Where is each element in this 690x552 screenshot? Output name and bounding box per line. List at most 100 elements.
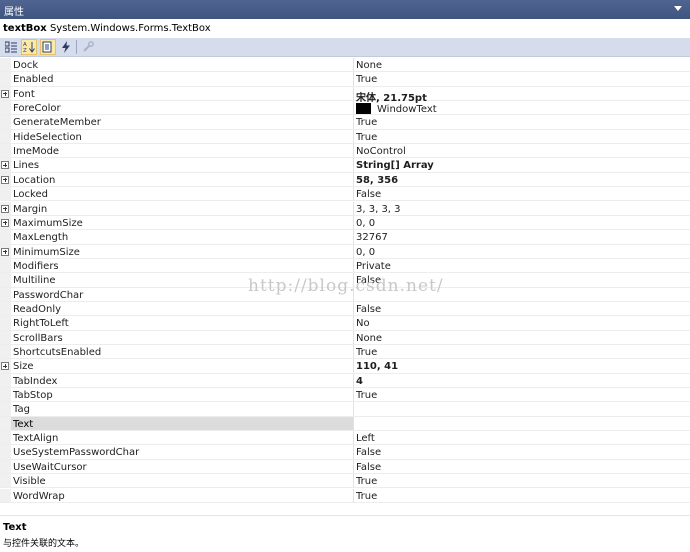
- property-name[interactable]: HideSelection: [13, 132, 351, 143]
- property-name[interactable]: Margin: [13, 204, 351, 215]
- property-value[interactable]: False: [356, 275, 686, 286]
- property-row[interactable]: Location 58, 356: [0, 172, 690, 188]
- column-divider[interactable]: [353, 459, 354, 474]
- property-row[interactable]: TabStop True: [0, 388, 690, 403]
- property-name[interactable]: ImeMode: [13, 146, 351, 157]
- column-divider[interactable]: [353, 172, 354, 187]
- column-divider[interactable]: [353, 345, 354, 359]
- property-row[interactable]: MaxLength 32767: [0, 230, 690, 245]
- property-name[interactable]: Multiline: [13, 275, 351, 286]
- property-name[interactable]: RightToLeft: [13, 318, 351, 329]
- property-row[interactable]: MinimumSize 0, 0: [0, 244, 690, 259]
- property-row[interactable]: TabIndex 4: [0, 373, 690, 389]
- property-name[interactable]: Modifiers: [13, 261, 351, 272]
- property-value[interactable]: False: [356, 189, 686, 200]
- column-divider[interactable]: [353, 158, 354, 172]
- property-name[interactable]: WordWrap: [13, 491, 351, 502]
- column-divider[interactable]: [353, 258, 354, 273]
- column-divider[interactable]: [353, 402, 354, 416]
- property-value[interactable]: 3, 3, 3, 3: [356, 204, 686, 215]
- property-value[interactable]: No: [356, 318, 686, 329]
- property-name[interactable]: Font: [13, 89, 351, 100]
- column-divider[interactable]: [353, 301, 354, 316]
- chevron-down-icon[interactable]: [674, 6, 682, 11]
- expand-plus-icon[interactable]: [1, 161, 9, 170]
- property-name[interactable]: Dock: [13, 60, 351, 71]
- property-value[interactable]: Private: [356, 261, 686, 272]
- property-value[interactable]: 110, 41: [356, 361, 686, 372]
- property-value[interactable]: True: [356, 476, 686, 487]
- column-divider[interactable]: [353, 488, 354, 502]
- column-divider[interactable]: [353, 101, 354, 115]
- property-name[interactable]: TabStop: [13, 390, 351, 401]
- column-divider[interactable]: [353, 72, 354, 86]
- property-name[interactable]: ShortcutsEnabled: [13, 347, 351, 358]
- property-row[interactable]: Tag: [0, 402, 690, 417]
- property-row[interactable]: ReadOnly False: [0, 301, 690, 317]
- property-value[interactable]: False: [356, 462, 686, 473]
- property-value[interactable]: WindowText: [356, 103, 686, 115]
- property-row[interactable]: ShortcutsEnabled True: [0, 345, 690, 360]
- expand-plus-icon[interactable]: [1, 362, 9, 371]
- column-divider[interactable]: [353, 273, 354, 287]
- property-row[interactable]: PasswordChar: [0, 287, 690, 302]
- property-name[interactable]: Lines: [13, 160, 351, 171]
- property-row[interactable]: Lines String[] Array: [0, 158, 690, 173]
- property-value[interactable]: True: [356, 132, 686, 143]
- column-divider[interactable]: [353, 144, 354, 158]
- property-value[interactable]: Left: [356, 433, 686, 444]
- property-row[interactable]: HideSelection True: [0, 129, 690, 145]
- property-row[interactable]: Locked False: [0, 187, 690, 202]
- events-button[interactable]: [58, 39, 74, 55]
- column-divider[interactable]: [353, 129, 354, 144]
- column-divider[interactable]: [353, 58, 354, 72]
- property-value[interactable]: 32767: [356, 232, 686, 243]
- expand-plus-icon[interactable]: [1, 89, 9, 98]
- column-divider[interactable]: [353, 316, 354, 330]
- property-value[interactable]: None: [356, 60, 686, 71]
- property-name[interactable]: PasswordChar: [13, 290, 351, 301]
- expand-plus-icon[interactable]: [1, 218, 9, 227]
- property-row[interactable]: ScrollBars None: [0, 330, 690, 345]
- object-selector[interactable]: textBox System.Windows.Forms.TextBox: [0, 19, 690, 38]
- alphabetical-button[interactable]: A Z: [21, 39, 37, 55]
- property-value[interactable]: NoControl: [356, 146, 686, 157]
- property-name[interactable]: MinimumSize: [13, 247, 351, 258]
- property-value[interactable]: 0, 0: [356, 218, 686, 229]
- property-row[interactable]: ImeMode NoControl: [0, 144, 690, 159]
- column-divider[interactable]: [353, 287, 354, 301]
- property-row[interactable]: Enabled True: [0, 72, 690, 87]
- property-value[interactable]: None: [356, 333, 686, 344]
- column-divider[interactable]: [353, 215, 354, 230]
- property-row[interactable]: UseSystemPasswordChar False: [0, 445, 690, 460]
- column-divider[interactable]: [353, 445, 354, 459]
- property-name[interactable]: Size: [13, 361, 351, 372]
- property-value[interactable]: 0, 0: [356, 247, 686, 258]
- property-row[interactable]: TextAlign Left: [0, 431, 690, 446]
- column-divider[interactable]: [353, 474, 354, 488]
- column-divider[interactable]: [353, 330, 354, 344]
- column-divider[interactable]: [353, 373, 354, 388]
- property-row[interactable]: MaximumSize 0, 0: [0, 215, 690, 231]
- property-row[interactable]: Text: [0, 416, 690, 432]
- property-value[interactable]: 4: [356, 376, 686, 387]
- property-name[interactable]: MaxLength: [13, 232, 351, 243]
- properties-button[interactable]: [40, 39, 56, 55]
- property-row[interactable]: UseWaitCursor False: [0, 459, 690, 475]
- column-divider[interactable]: [353, 416, 354, 431]
- property-value[interactable]: True: [356, 74, 686, 85]
- property-row[interactable]: Size 110, 41: [0, 359, 690, 374]
- property-value[interactable]: True: [356, 347, 686, 358]
- column-divider[interactable]: [353, 388, 354, 402]
- property-value[interactable]: False: [356, 304, 686, 315]
- property-name[interactable]: ScrollBars: [13, 333, 351, 344]
- property-row[interactable]: WordWrap True: [0, 488, 690, 503]
- property-row[interactable]: Dock None: [0, 58, 690, 73]
- property-name[interactable]: MaximumSize: [13, 218, 351, 229]
- property-name[interactable]: Enabled: [13, 74, 351, 85]
- property-row[interactable]: ForeColor WindowText: [0, 101, 690, 116]
- property-value[interactable]: True: [356, 491, 686, 502]
- property-value[interactable]: String[] Array: [356, 160, 686, 171]
- property-row[interactable]: Margin 3, 3, 3, 3: [0, 201, 690, 216]
- column-divider[interactable]: [353, 359, 354, 373]
